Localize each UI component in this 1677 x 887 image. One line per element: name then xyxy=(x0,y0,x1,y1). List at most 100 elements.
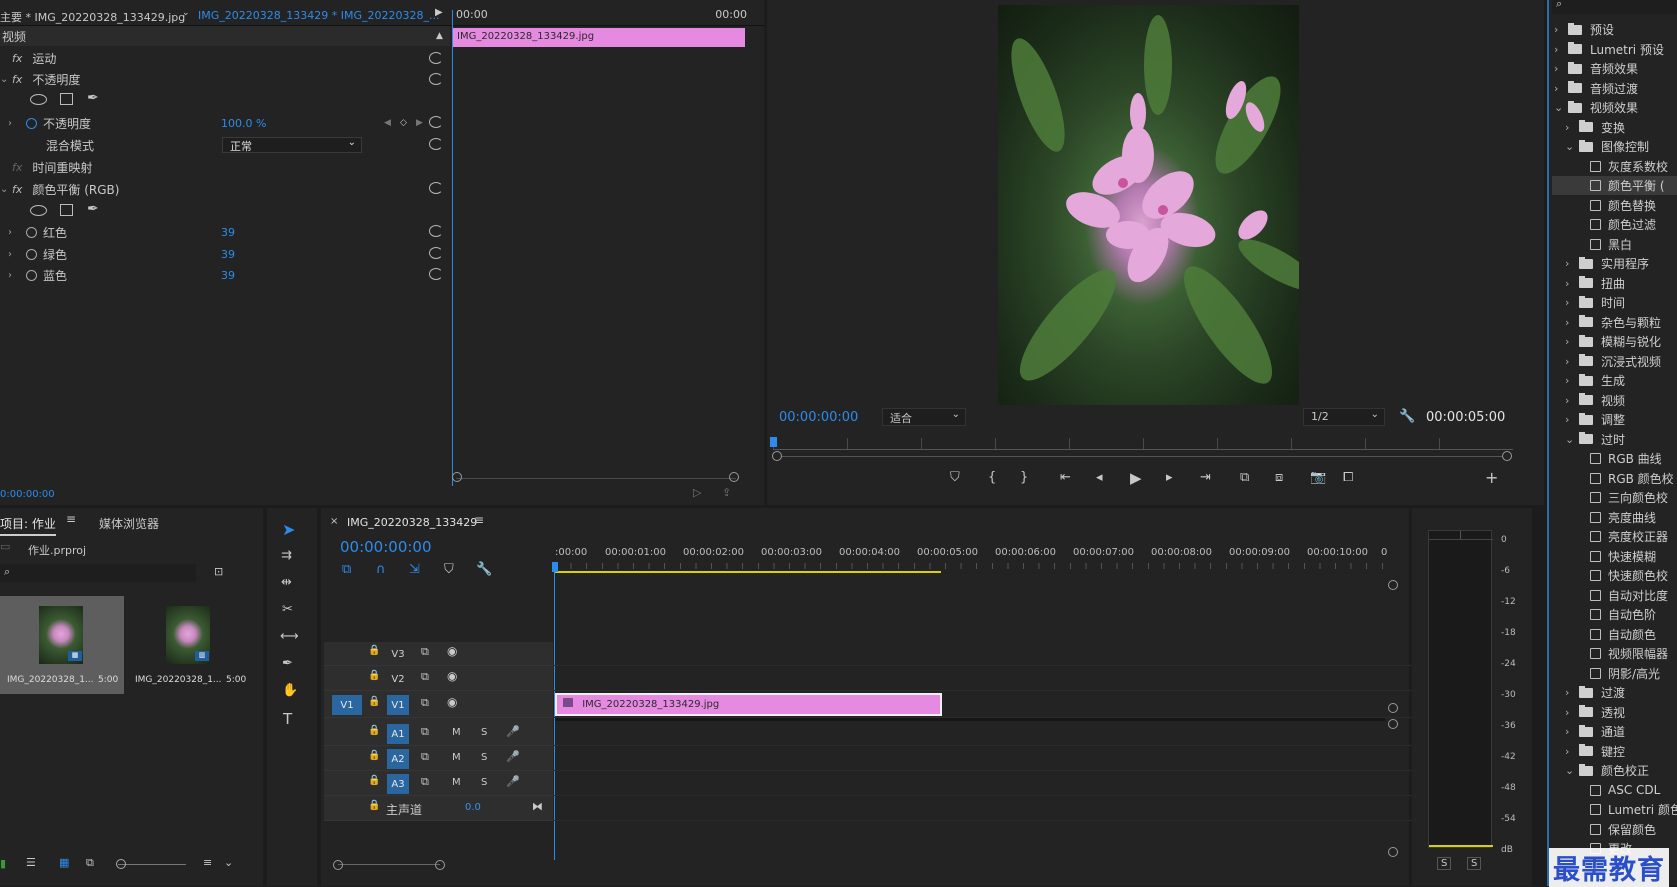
solo-left-button[interactable]: S xyxy=(1437,857,1452,870)
sync-lock-icon[interactable]: ⧉ xyxy=(421,670,429,684)
ellipse-mask-icon[interactable] xyxy=(30,205,47,216)
collapse-icon[interactable]: ▲ xyxy=(436,31,443,41)
prev-keyframe-icon[interactable]: ◀ xyxy=(384,118,391,128)
dropdown-arrow-icon[interactable]: ⌄ xyxy=(182,8,190,18)
play-icon[interactable]: ▶ xyxy=(1130,469,1142,487)
effect-item[interactable]: 灰度系数校 xyxy=(1576,157,1668,176)
filter-icon[interactable]: ▷ xyxy=(693,486,701,499)
lock-icon[interactable]: 🔒 xyxy=(368,645,380,656)
source-tab[interactable]: 主要 * IMG_20220328_133429.jpg xyxy=(0,9,185,25)
fx-icon[interactable]: fx xyxy=(12,183,22,196)
timeline-playhead-head[interactable] xyxy=(552,562,558,572)
effect-folder[interactable]: › 生成 xyxy=(1565,371,1625,390)
sequence-title[interactable]: IMG_20220328_133429 xyxy=(347,516,477,529)
sync-lock-icon[interactable]: ⧉ xyxy=(421,750,429,764)
a-scroll-top[interactable] xyxy=(1388,719,1398,729)
opacity-value[interactable]: 100.0 % xyxy=(221,117,266,130)
effect-folder[interactable]: › 变换 xyxy=(1565,118,1625,137)
a-scroll-bottom[interactable] xyxy=(1388,847,1398,857)
stopwatch-icon[interactable] xyxy=(26,269,37,281)
chevron-right-icon[interactable]: › xyxy=(1565,745,1579,758)
chevron-right-icon[interactable]: › xyxy=(1565,355,1579,368)
lift-icon[interactable]: ⧉ xyxy=(1240,470,1249,485)
clip-bar[interactable]: IMG_20220328_133429.jpg xyxy=(453,28,745,47)
scroll-handle-left[interactable] xyxy=(452,472,462,482)
chevron-right-icon[interactable]: › xyxy=(1565,413,1579,426)
solo-button[interactable]: S xyxy=(481,777,487,788)
close-icon[interactable]: × xyxy=(330,516,338,527)
track-select-icon[interactable]: ⇉ xyxy=(281,548,292,563)
effect-folder[interactable]: › 透视 xyxy=(1565,703,1625,722)
go-to-in-icon[interactable]: ⇤ xyxy=(1060,470,1071,485)
timeline-ruler[interactable]: :00:00 00:00:01:00 00:00:02:00 00:00:03:… xyxy=(555,545,1395,575)
mark-out-icon[interactable]: } xyxy=(1020,470,1028,485)
mic-icon[interactable]: 🎤 xyxy=(506,750,520,763)
mic-icon[interactable]: 🎤 xyxy=(506,775,520,788)
effect-item[interactable]: 快速颜色校 xyxy=(1576,566,1668,585)
effect-folder[interactable]: › 音频过渡 xyxy=(1554,79,1638,98)
zoom-handle-left[interactable] xyxy=(772,451,782,461)
chevron-right-icon[interactable]: › xyxy=(1565,706,1579,719)
go-to-out-icon[interactable]: ⇥ xyxy=(1200,470,1211,485)
effect-item[interactable]: 自动色阶 xyxy=(1576,605,1656,624)
chevron-right-icon[interactable]: › xyxy=(1565,277,1579,290)
track-label[interactable]: V2 xyxy=(387,669,409,689)
go-to-end-icon[interactable]: ⧓ xyxy=(532,800,543,813)
effect-folder[interactable]: ⌄ 颜色校正 xyxy=(1565,761,1649,780)
reset-icon[interactable] xyxy=(429,52,443,64)
effect-folder[interactable]: › 实用程序 xyxy=(1565,254,1649,273)
time-ruler-mini[interactable]: 00:00 00:00 xyxy=(451,4,747,26)
expand-icon[interactable]: ⌄ xyxy=(0,184,12,195)
effect-folder[interactable]: ⌄ 过时 xyxy=(1565,430,1625,449)
fx-icon[interactable]: fx xyxy=(12,73,22,86)
nest-icon[interactable]: ⧉ xyxy=(342,562,351,577)
chevron-right-icon[interactable]: › xyxy=(1554,23,1568,36)
track-label[interactable]: A1 xyxy=(387,724,409,744)
ellipse-mask-icon[interactable] xyxy=(30,94,47,105)
lock-icon[interactable]: 🔒 xyxy=(368,696,380,707)
sequence-tab[interactable]: IMG_20220328_133429 * IMG_20220328_... xyxy=(198,9,439,22)
program-timecode[interactable]: 00:00:00:00 xyxy=(779,410,858,425)
ec-scrollbar[interactable] xyxy=(456,478,736,486)
stopwatch-icon[interactable] xyxy=(26,226,37,238)
effect-item[interactable]: 视频限幅器 xyxy=(1576,644,1668,663)
lock-icon[interactable]: 🔒 xyxy=(368,775,380,786)
effect-folder[interactable]: › 调整 xyxy=(1565,410,1625,429)
project-item[interactable]: ▥ IMG_20220328_1... 5:00 xyxy=(128,596,252,694)
solo-button[interactable]: S xyxy=(481,727,487,738)
stopwatch-icon[interactable] xyxy=(26,117,37,129)
reset-icon[interactable] xyxy=(429,225,443,237)
zoom-slider[interactable] xyxy=(118,864,186,865)
effect-item[interactable]: 亮度曲线 xyxy=(1576,508,1656,527)
add-keyframe-icon[interactable]: ◇ xyxy=(400,118,407,128)
v-scroll-mid[interactable] xyxy=(1388,703,1398,713)
export-icon[interactable]: ⇪ xyxy=(722,486,731,499)
rect-mask-icon[interactable] xyxy=(60,204,73,216)
effect-item[interactable]: ASC CDL xyxy=(1576,781,1660,800)
mic-icon[interactable]: 🎤 xyxy=(506,725,520,738)
ec-playhead[interactable] xyxy=(452,10,453,486)
effect-folder[interactable]: › 模糊与锐化 xyxy=(1565,332,1661,351)
mute-button[interactable]: M xyxy=(452,777,461,788)
chevron-right-icon[interactable]: › xyxy=(1565,686,1579,699)
linked-select-icon[interactable]: ⇲ xyxy=(409,562,420,577)
chevron-right-icon[interactable]: › xyxy=(1565,374,1579,387)
effect-opacity[interactable]: ⌄ fx 不透明度 xyxy=(0,69,450,89)
chevron-right-icon[interactable]: › xyxy=(1565,316,1579,329)
effect-item[interactable]: 颜色替换 xyxy=(1576,196,1656,215)
zoom-slider-handle[interactable] xyxy=(116,859,126,869)
stopwatch-icon[interactable] xyxy=(26,248,37,260)
pen-mask-icon[interactable]: ✒ xyxy=(87,201,99,217)
expand-icon[interactable]: › xyxy=(8,270,20,281)
effect-item[interactable]: 颜色平衡 ( xyxy=(1552,176,1677,195)
ripple-edit-icon[interactable]: ⇹ xyxy=(281,575,292,590)
effect-folder[interactable]: › 过渡 xyxy=(1565,683,1625,702)
effect-item[interactable]: RGB 颜色校 xyxy=(1576,469,1674,488)
effect-item[interactable]: 快速模糊 xyxy=(1576,547,1656,566)
reset-icon[interactable] xyxy=(429,73,443,85)
effect-item[interactable]: 保留颜色 xyxy=(1576,820,1656,839)
mute-button[interactable]: M xyxy=(452,727,461,738)
marker-icon[interactable]: ⛉ xyxy=(444,562,454,577)
chevron-right-icon[interactable]: › xyxy=(1565,296,1579,309)
program-ruler[interactable] xyxy=(773,438,1513,450)
